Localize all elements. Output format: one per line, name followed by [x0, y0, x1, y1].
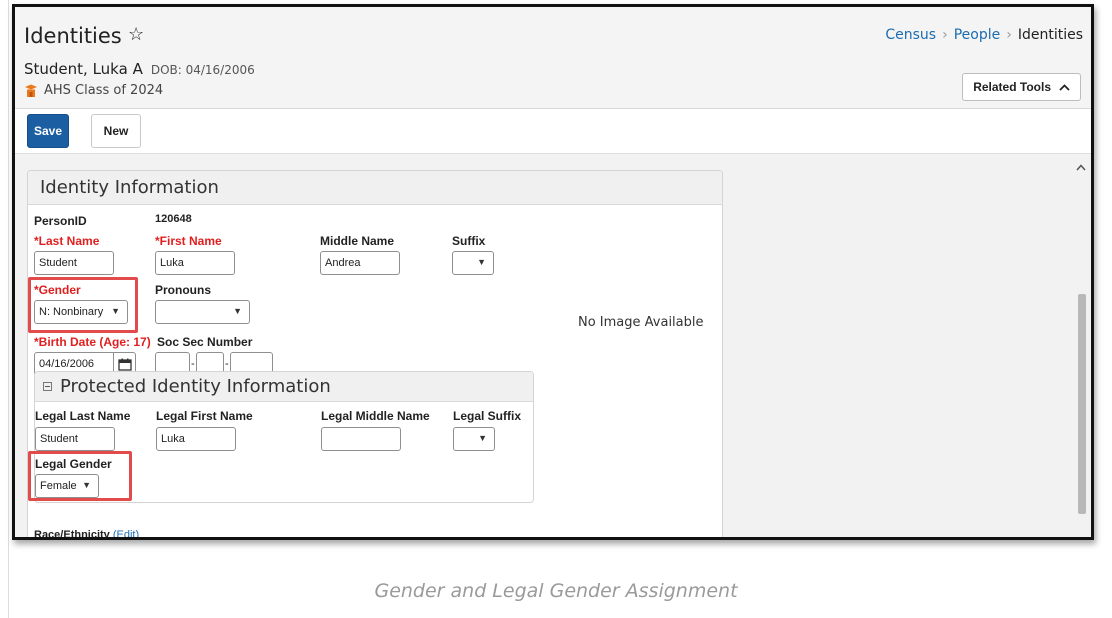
dropdown-caret-icon: ▼	[111, 306, 120, 316]
app-header: Identities ☆ Census › People › Identities St…	[15, 7, 1091, 109]
student-dob: DOB: 04/16/2006	[150, 63, 255, 77]
legal-first-name-input[interactable]: Luka	[156, 427, 236, 451]
star-icon[interactable]: ☆	[128, 24, 144, 45]
app-window: Identities ☆ Census › People › Identities St…	[12, 4, 1094, 540]
identity-panel-header: Identity Information	[28, 171, 722, 205]
content-area: Identity Information PersonID 120648 *La…	[15, 154, 1091, 540]
legal-first-name-label: Legal First Name	[156, 409, 253, 423]
race-edit-link[interactable]: (Edit)	[113, 529, 139, 537]
chevron-up-icon	[1059, 80, 1070, 94]
chevron-right-icon: ›	[942, 27, 948, 43]
dropdown-caret-icon: ▼	[477, 257, 486, 267]
last-name-label: *Last Name	[34, 234, 100, 248]
school-icon	[24, 84, 38, 98]
page-border	[8, 0, 9, 618]
gender-label: *Gender	[34, 283, 81, 297]
middle-name-label: Middle Name	[320, 234, 395, 248]
first-name-label: *First Name	[155, 234, 222, 248]
school-line: AHS Class of 2024	[24, 83, 163, 98]
vertical-scrollbar[interactable]	[1074, 154, 1088, 537]
person-id-label: PersonID	[34, 214, 87, 228]
breadcrumb-census[interactable]: Census	[885, 27, 936, 43]
related-tools-label: Related Tools	[973, 80, 1051, 94]
person-id-value: 120648	[155, 213, 192, 225]
pronouns-select[interactable]: ▼	[155, 300, 250, 324]
legal-gender-label: Legal Gender	[35, 457, 112, 471]
middle-name-input[interactable]: Andrea	[320, 251, 400, 275]
birth-date-label: *Birth Date (Age: 17)	[34, 335, 151, 349]
first-name-input[interactable]: Luka	[155, 251, 235, 275]
legal-gender-select[interactable]: Female ▼	[35, 474, 99, 498]
legal-suffix-select[interactable]: ▼	[453, 427, 495, 451]
dropdown-caret-icon: ▼	[478, 433, 487, 443]
student-name-line: Student, Luka A DOB: 04/16/2006	[24, 60, 255, 78]
scrollbar-thumb[interactable]	[1078, 294, 1086, 514]
page-title: Identities	[24, 24, 122, 48]
save-button[interactable]: Save	[27, 114, 69, 148]
last-name-input[interactable]: Student	[34, 251, 114, 275]
suffix-select[interactable]: ▼	[452, 251, 494, 275]
dropdown-caret-icon: ▼	[82, 480, 91, 490]
figure-caption: Gender and Legal Gender Assignment	[374, 580, 738, 602]
legal-gender-selected-value: Female	[40, 480, 77, 492]
collapse-icon[interactable]	[43, 382, 52, 391]
legal-middle-name-input[interactable]	[321, 427, 401, 451]
race-ethnicity-label: Race/Ethnicity	[34, 529, 110, 540]
scroll-up-icon[interactable]	[1074, 160, 1088, 174]
gender-selected-value: N: Nonbinary	[39, 306, 104, 318]
gender-select[interactable]: N: Nonbinary ▼	[34, 300, 128, 324]
student-name: Student, Luka A	[24, 60, 143, 78]
legal-last-name-label: Legal Last Name	[35, 409, 131, 423]
ssn-dash: -	[225, 358, 229, 370]
protected-identity-section: Protected Identity Information Legal Las…	[28, 371, 534, 503]
dropdown-caret-icon: ▼	[233, 306, 242, 316]
identity-heading: Identity Information	[40, 177, 219, 198]
ssn-dash: -	[191, 358, 195, 370]
no-image-placeholder: No Image Available	[578, 315, 704, 330]
new-button[interactable]: New	[91, 114, 141, 148]
breadcrumb-people[interactable]: People	[954, 27, 1001, 43]
legal-middle-name-label: Legal Middle Name	[321, 409, 430, 423]
protected-identity-heading: Protected Identity Information	[60, 376, 331, 397]
race-ethnicity-line: Race/Ethnicity (Edit)	[34, 529, 139, 540]
suffix-label: Suffix	[452, 234, 486, 248]
breadcrumb: Census › People › Identities	[885, 27, 1083, 43]
breadcrumb-identities: Identities	[1017, 27, 1083, 43]
protected-identity-header: Protected Identity Information	[35, 372, 533, 402]
chevron-right-icon: ›	[1006, 27, 1012, 43]
related-tools-button[interactable]: Related Tools	[962, 73, 1081, 101]
action-toolbar: Save New	[15, 109, 1091, 154]
identity-information-panel: Identity Information PersonID 120648 *La…	[27, 170, 723, 540]
birth-date-value: 04/16/2006	[39, 358, 95, 370]
ssn-label: Soc Sec Number	[157, 335, 253, 349]
legal-last-name-input[interactable]: Student	[35, 427, 115, 451]
school-name: AHS Class of 2024	[44, 83, 164, 98]
pronouns-label: Pronouns	[155, 283, 211, 297]
legal-suffix-label: Legal Suffix	[453, 409, 522, 423]
